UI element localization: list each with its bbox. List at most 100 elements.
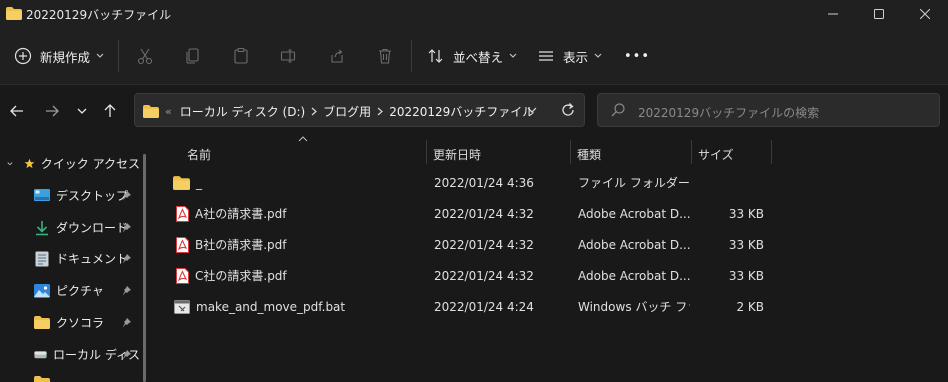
file-name-cell: _ — [173, 167, 423, 198]
column-divider[interactable] — [691, 140, 692, 164]
file-modified: 2022/01/24 4:32 — [434, 206, 534, 221]
view-button[interactable]: 表示 — [537, 40, 602, 72]
back-button[interactable] — [5, 99, 29, 123]
file-row[interactable]: _ 2022/01/24 4:36 ファイル フォルダー — [166, 167, 946, 198]
sort-ascending-icon — [298, 136, 308, 142]
file-row[interactable]: make_and_move_pdf.bat 2022/01/24 4:24 Wi… — [166, 291, 946, 322]
file-size: 33 KB — [728, 206, 764, 221]
nav-item-pictures[interactable]: ピクチャ — [0, 275, 140, 306]
file-name-cell: A社の請求書.pdf — [176, 198, 426, 229]
file-row[interactable]: C社の請求書.pdf 2022/01/24 4:32 Adobe Acrobat… — [166, 260, 946, 291]
file-size: 33 KB — [728, 237, 764, 252]
chevron-down-icon — [77, 108, 87, 114]
file-name-cell: B社の請求書.pdf — [176, 229, 426, 260]
download-icon — [36, 220, 48, 235]
rename-button[interactable] — [280, 40, 298, 72]
pictures-icon — [34, 283, 50, 298]
nav-item-quick-access[interactable]: クイック アクセス — [0, 148, 140, 179]
nav-label: ピクチャ — [56, 284, 104, 298]
pin-icon[interactable] — [121, 285, 132, 296]
breadcrumb-item-drive[interactable]: ローカル ディスク (D:) — [180, 103, 305, 120]
arrow-up-icon — [104, 104, 116, 117]
column-header-name[interactable]: 名前 — [187, 142, 211, 166]
up-button[interactable] — [98, 99, 122, 123]
overflow-marker[interactable]: « — [165, 105, 172, 118]
search-input[interactable]: 20220129バッチファイルの検索 — [597, 93, 940, 127]
folder-icon — [6, 7, 22, 20]
nav-item-desktop[interactable]: デスクトップ — [0, 180, 140, 211]
nav-scrollbar[interactable] — [143, 154, 146, 382]
share-button[interactable] — [328, 40, 346, 72]
file-name-cell: make_and_move_pdf.bat — [174, 291, 424, 322]
more-options-button[interactable]: ••• — [624, 40, 650, 72]
file-row[interactable]: A社の請求書.pdf 2022/01/24 4:32 Adobe Acrobat… — [166, 198, 946, 229]
arrow-right-icon — [46, 105, 59, 117]
column-header-label: 種類 — [577, 147, 602, 162]
search-placeholder: 20220129バッチファイルの検索 — [638, 106, 820, 120]
chevron-right-icon[interactable] — [311, 107, 318, 116]
cut-button[interactable] — [136, 40, 154, 72]
delete-button[interactable] — [376, 40, 394, 72]
breadcrumb-item-blog[interactable]: ブログ用 — [323, 103, 371, 120]
pin-icon[interactable] — [121, 222, 132, 233]
copy-button[interactable] — [184, 40, 202, 72]
star-icon — [24, 158, 35, 169]
clipboard-icon — [234, 47, 248, 64]
file-name: make_and_move_pdf.bat — [196, 299, 346, 314]
nav-label: ドキュメント — [56, 252, 129, 266]
pin-icon[interactable] — [121, 253, 132, 264]
paste-button[interactable] — [232, 40, 250, 72]
chevron-right-icon[interactable] — [377, 107, 384, 116]
column-header-modified[interactable]: 更新日時 — [433, 142, 481, 166]
recent-locations-button[interactable] — [70, 99, 94, 123]
file-name: A社の請求書.pdf — [195, 207, 287, 221]
forward-button[interactable] — [40, 99, 64, 123]
column-divider[interactable] — [426, 140, 427, 164]
file-name-cell: C社の請求書.pdf — [176, 260, 426, 291]
view-label: 表示 — [563, 49, 589, 65]
file-size: 2 KB — [736, 299, 764, 314]
pin-icon[interactable] — [121, 349, 132, 360]
chevron-down-icon — [7, 161, 13, 165]
scissors-icon — [137, 48, 153, 65]
file-modified: 2022/01/24 4:36 — [434, 175, 534, 190]
copy-icon — [186, 48, 199, 64]
column-divider[interactable] — [570, 140, 571, 164]
file-modified: 2022/01/24 4:24 — [434, 299, 534, 314]
column-header-type[interactable]: 種類 — [577, 142, 601, 166]
column-header-label: 更新日時 — [433, 147, 482, 162]
file-row[interactable]: B社の請求書.pdf 2022/01/24 4:32 Adobe Acrobat… — [166, 229, 946, 260]
rename-icon — [280, 49, 296, 63]
column-divider[interactable] — [771, 140, 772, 164]
file-size — [696, 167, 764, 198]
toolbar-divider — [411, 40, 412, 72]
nav-item-kusokora[interactable]: クソコラ — [0, 307, 140, 338]
command-bar: 新規作成 並べ替え 表示 ••• — [0, 28, 948, 84]
sort-button[interactable]: 並べ替え — [427, 40, 517, 72]
more-icon: ••• — [624, 48, 651, 64]
pin-icon[interactable] — [121, 190, 132, 201]
navigation-pane: クイック アクセス デスクトップ ダウンロード ドキュメント ピクチャ クソコラ… — [0, 134, 156, 382]
maximize-button[interactable] — [856, 0, 902, 28]
address-bar[interactable]: « ローカル ディスク (D:) ブログ用 20220129バッチファイル — [134, 93, 585, 127]
file-name: _ — [196, 175, 202, 190]
drive-icon — [34, 350, 47, 358]
maximize-icon — [874, 9, 884, 19]
batch-file-icon — [174, 299, 190, 314]
file-list: 名前 更新日時 種類 サイズ _ 2022/01/24 4:36 ファイル フォ… — [156, 134, 948, 382]
close-button[interactable] — [902, 0, 948, 28]
nav-item-local-disk[interactable]: ローカル ディス — [0, 339, 140, 370]
chevron-down-icon[interactable] — [527, 107, 537, 114]
share-icon — [331, 49, 343, 63]
minimize-button[interactable] — [810, 0, 856, 28]
new-button[interactable]: 新規作成 — [14, 40, 104, 72]
column-header-size[interactable]: サイズ — [698, 142, 734, 166]
pin-icon[interactable] — [121, 317, 132, 328]
breadcrumb-item-current[interactable]: 20220129バッチファイル — [389, 103, 534, 120]
folder-icon — [143, 105, 159, 118]
folder-icon — [34, 316, 50, 329]
refresh-icon[interactable] — [560, 102, 576, 118]
nav-item-documents[interactable]: ドキュメント — [0, 243, 140, 274]
nav-item-downloads[interactable]: ダウンロード — [0, 212, 140, 243]
nav-label: ダウンロード — [56, 221, 129, 235]
